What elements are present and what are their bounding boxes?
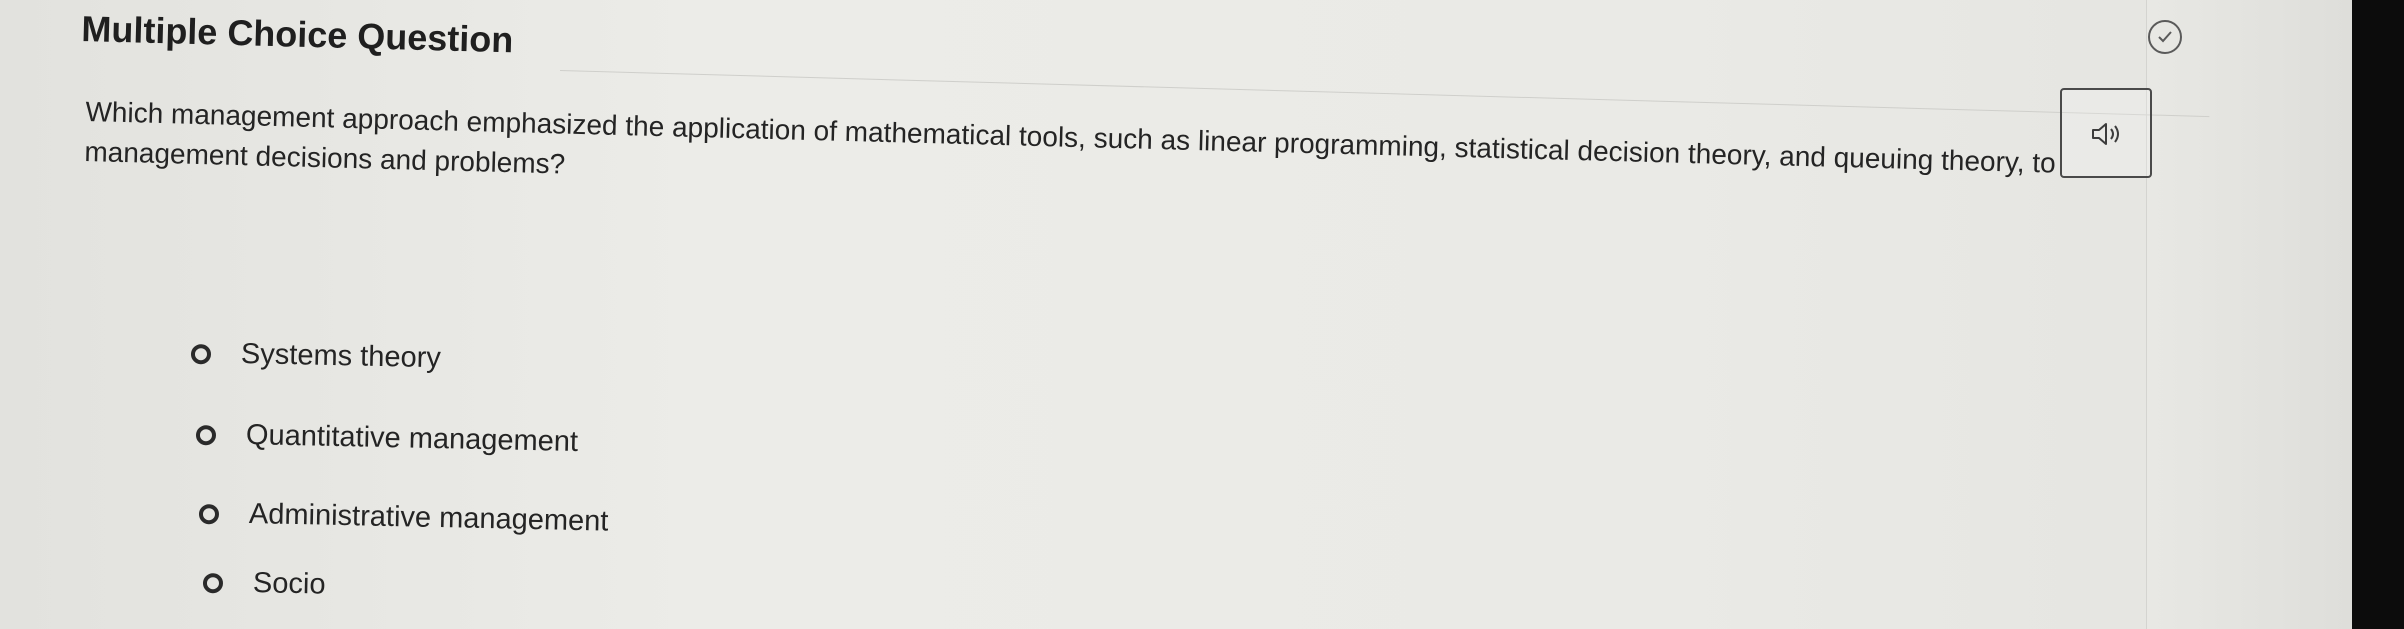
answer-option-quantitative-management[interactable]: Quantitative management xyxy=(195,418,579,459)
answer-option-socio[interactable]: Socio xyxy=(202,566,326,602)
radio-button[interactable] xyxy=(195,424,217,445)
question-type-title: Multiple Choice Question xyxy=(80,8,514,61)
answer-option-label: Administrative management xyxy=(248,498,609,538)
check-circle-icon[interactable] xyxy=(2148,20,2182,54)
answer-option-label: Systems theory xyxy=(240,338,442,375)
answer-option-label: Quantitative management xyxy=(245,419,579,458)
answer-option-label: Socio xyxy=(252,567,326,601)
answer-option-systems-theory[interactable]: Systems theory xyxy=(190,337,442,375)
radio-button[interactable] xyxy=(202,572,224,593)
radio-button[interactable] xyxy=(190,343,212,364)
header-divider xyxy=(560,0,2212,118)
question-text: Which management approach emphasized the… xyxy=(84,95,2057,180)
answer-option-administrative-management[interactable]: Administrative management xyxy=(198,497,609,539)
screen: Multiple Choice Question Which managemen… xyxy=(0,0,2352,629)
radio-button[interactable] xyxy=(198,503,220,524)
